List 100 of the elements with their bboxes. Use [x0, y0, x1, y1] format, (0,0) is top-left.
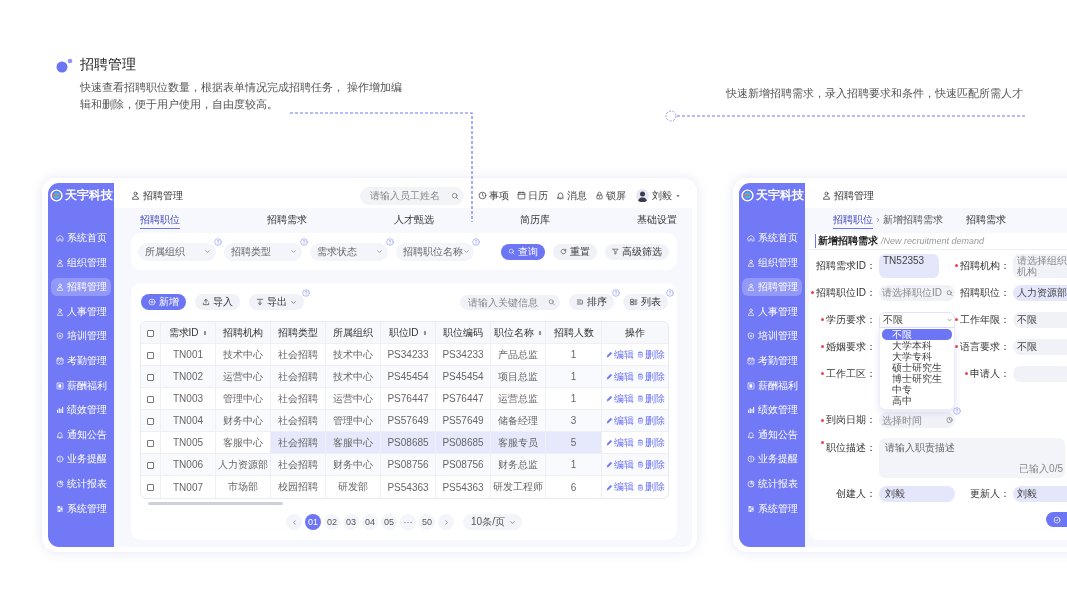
- search-field[interactable]: 请输入关键信息: [460, 294, 560, 310]
- edit-link[interactable]: 编辑: [605, 391, 634, 406]
- sidebar-item[interactable]: 业务提醒: [51, 450, 111, 469]
- column-header[interactable]: 职位名称: [491, 322, 546, 344]
- dropdown-option[interactable]: 硕士研究生: [882, 361, 952, 373]
- advanced-filter-button[interactable]: 高级筛选: [605, 243, 669, 260]
- input-field[interactable]: 不限: [1013, 338, 1067, 355]
- sidebar-item[interactable]: 通知公告: [51, 425, 111, 444]
- sidebar-item[interactable]: 绩效管理: [742, 401, 802, 420]
- edit-link[interactable]: 编辑: [605, 347, 634, 362]
- sidebar-item[interactable]: 组织管理: [51, 253, 111, 272]
- sidebar-item[interactable]: 绩效管理: [51, 401, 111, 420]
- delete-link[interactable]: 删除: [636, 435, 665, 450]
- tab[interactable]: 招聘职位: [140, 211, 180, 229]
- sidebar-item[interactable]: 人事管理: [51, 302, 111, 321]
- checkbox[interactable]: [147, 461, 154, 469]
- checkbox[interactable]: [147, 484, 154, 492]
- input-field[interactable]: 请选择组织机构: [1013, 253, 1067, 278]
- sidebar-item[interactable]: 组织管理: [742, 253, 802, 272]
- tab[interactable]: 基础设置: [637, 211, 677, 229]
- delete-link[interactable]: 删除: [636, 347, 665, 362]
- field-label: 招聘职位：: [960, 285, 1010, 300]
- checkbox[interactable]: [147, 373, 154, 381]
- input-field[interactable]: 刘毅: [1013, 486, 1067, 502]
- tab[interactable]: 人才甄选: [393, 211, 434, 229]
- tasks-button[interactable]: 事项: [478, 188, 509, 203]
- checkbox[interactable]: [147, 395, 154, 403]
- checkbox[interactable]: [147, 439, 154, 447]
- sidebar-item[interactable]: 考勤管理: [742, 351, 802, 370]
- filter-select[interactable]: 需求状态: [310, 242, 388, 261]
- column-header[interactable]: 需求ID: [161, 322, 216, 344]
- sidebar-item[interactable]: 培训管理: [742, 327, 802, 346]
- page-button[interactable]: 05: [381, 514, 398, 530]
- dropdown-option[interactable]: 不限: [882, 328, 952, 340]
- filter-select[interactable]: 招聘类型: [224, 242, 302, 261]
- checkbox[interactable]: [147, 351, 154, 359]
- input-field[interactable]: 人力资源部: [1013, 284, 1067, 301]
- input-field[interactable]: TN52353: [879, 253, 939, 278]
- page-button[interactable]: 02: [324, 514, 341, 530]
- page-size-select[interactable]: 10条/页: [463, 514, 522, 530]
- sidebar-item[interactable]: 考勤管理: [51, 351, 111, 370]
- sidebar-item[interactable]: 系统管理: [51, 499, 111, 518]
- edit-link[interactable]: 编辑: [605, 480, 634, 494]
- calendar-button[interactable]: 日历: [517, 188, 548, 203]
- delete-link[interactable]: 删除: [636, 413, 665, 428]
- delete-link[interactable]: 删除: [636, 480, 665, 494]
- reset-button[interactable]: 重置: [553, 243, 597, 260]
- dropdown-option[interactable]: 大学本科: [882, 339, 952, 351]
- user-menu[interactable]: 刘毅: [636, 188, 681, 203]
- sidebar-item[interactable]: 培训管理: [51, 327, 111, 346]
- edit-link[interactable]: 编辑: [605, 413, 634, 428]
- input-field[interactable]: 请选择职位ID: [879, 284, 955, 301]
- edit-link[interactable]: 编辑: [605, 435, 634, 450]
- tab[interactable]: 招聘需求: [266, 211, 307, 229]
- sidebar-item[interactable]: 系统首页: [51, 229, 111, 247]
- dropdown-option[interactable]: 大学专科: [882, 350, 952, 362]
- filter-select[interactable]: 所属组织: [138, 242, 216, 261]
- edit-link[interactable]: 编辑: [605, 457, 634, 472]
- tab[interactable]: 招聘职位: [833, 211, 873, 229]
- checkbox[interactable]: [147, 329, 154, 337]
- input-field[interactable]: 刘毅: [879, 486, 955, 502]
- edit-link[interactable]: 编辑: [605, 369, 634, 384]
- sidebar-item[interactable]: 系统首页: [742, 229, 802, 247]
- filter-select[interactable]: 招聘职位名称: [396, 242, 474, 261]
- sidebar-item[interactable]: 人事管理: [742, 302, 802, 321]
- sidebar-item[interactable]: 系统管理: [742, 499, 802, 518]
- export-button[interactable]: 导出: [249, 294, 304, 310]
- delete-link[interactable]: 删除: [636, 457, 665, 472]
- checkbox[interactable]: [147, 417, 154, 425]
- query-button[interactable]: 查询: [501, 243, 545, 260]
- add-button[interactable]: 新增: [141, 294, 186, 310]
- sidebar-item[interactable]: 统计报表: [742, 474, 802, 493]
- scrollbar[interactable]: [148, 502, 283, 505]
- sidebar-item[interactable]: 薪酬福利: [742, 376, 802, 395]
- dropdown-option[interactable]: 博士研究生: [882, 372, 952, 384]
- input-field[interactable]: 不限: [1013, 311, 1067, 328]
- page-button[interactable]: 03: [343, 514, 360, 530]
- page-button[interactable]: 04: [362, 514, 379, 530]
- page-button[interactable]: 01: [305, 514, 322, 530]
- dropdown-option[interactable]: 高中: [882, 394, 952, 406]
- select-field[interactable]: 不限: [879, 311, 955, 328]
- dropdown-option[interactable]: 中专: [882, 383, 952, 395]
- sort-button[interactable]: 排序: [569, 294, 614, 310]
- delete-link[interactable]: 删除: [636, 391, 665, 406]
- page-button[interactable]: 50: [419, 514, 436, 530]
- sidebar-item[interactable]: 通知公告: [742, 425, 802, 444]
- sidebar-item[interactable]: 统计报表: [51, 474, 111, 493]
- tab[interactable]: 简历库: [520, 211, 551, 229]
- date-field[interactable]: 选择时间: [879, 412, 955, 428]
- messages-button[interactable]: 消息: [556, 188, 587, 203]
- lock-screen-button[interactable]: 锁屏: [595, 188, 626, 203]
- tab[interactable]: 招聘需求: [966, 211, 1006, 229]
- sidebar-item[interactable]: 业务提醒: [742, 450, 802, 469]
- import-button[interactable]: 导入: [195, 294, 240, 310]
- page-button[interactable]: ···: [400, 514, 417, 530]
- delete-link[interactable]: 删除: [636, 369, 665, 384]
- search-field[interactable]: 请输入员工姓名: [360, 186, 464, 205]
- column-header[interactable]: 职位ID: [381, 322, 436, 344]
- sidebar-item[interactable]: 薪酬福利: [51, 376, 111, 395]
- list-view-button[interactable]: 列表: [623, 294, 668, 310]
